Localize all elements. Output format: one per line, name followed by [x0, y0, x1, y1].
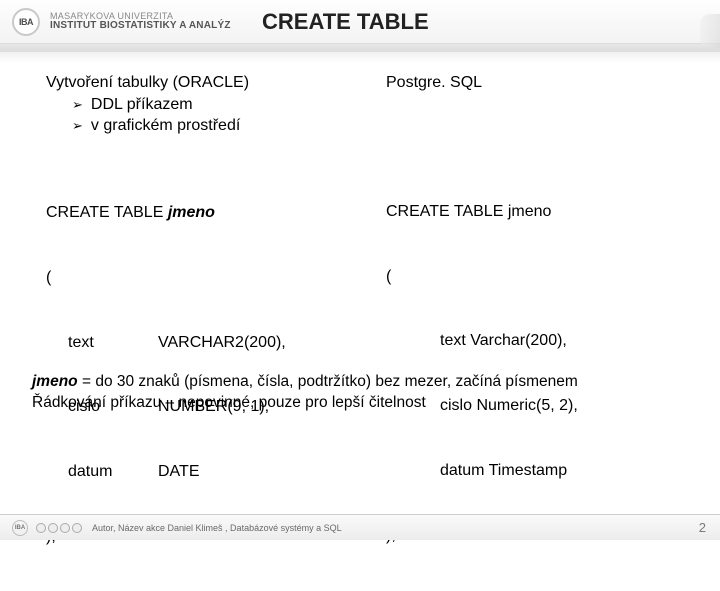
column-postgres: Postgre. SQL CREATE TABLE jmeno ( text V…: [386, 72, 690, 591]
footer-logo-text: IBA: [15, 525, 25, 531]
sql-col: text: [46, 332, 158, 354]
sql-open: (: [386, 266, 690, 288]
note-line-1: jmeno = do 30 znaků (písmena, čísla, pod…: [32, 372, 690, 393]
brand-institute: INSTITUT BIOSTATISTIKY A ANALÝZ: [50, 21, 231, 31]
dot-icon: [48, 523, 58, 533]
footer-text: Autor, Název akce Daniel Klimeš , Databá…: [92, 523, 699, 533]
header-bar: IBA MASARYKOVA UNIVERZITA INSTITUT BIOST…: [0, 0, 720, 44]
footer-icons: [36, 523, 82, 533]
page-number: 2: [699, 520, 706, 535]
sql-line: CREATE TABLE jmeno: [46, 202, 350, 224]
sql-row: text Varchar(200),: [386, 330, 690, 352]
sql-col: text Varchar(200),: [386, 330, 567, 352]
note-ident: jmeno: [32, 373, 78, 390]
note-text: = do 30 znaků (písmena, čísla, podtržítk…: [78, 373, 578, 390]
oracle-heading: Vytvoření tabulky (ORACLE): [46, 72, 350, 94]
oracle-bullets: DDL příkazem v grafickém prostředí: [46, 94, 350, 137]
footer-bar: IBA Autor, Název akce Daniel Klimeš , Da…: [0, 514, 720, 540]
dot-icon: [60, 523, 70, 533]
sql-ident: jmeno: [168, 204, 215, 221]
dot-icon: [72, 523, 82, 533]
brand-text: MASARYKOVA UNIVERZITA INSTITUT BIOSTATIS…: [50, 12, 231, 31]
decor-icon: [700, 14, 720, 48]
dot-icon: [36, 523, 46, 533]
title-wrap: CREATE TABLE: [262, 0, 429, 44]
notes-block: jmeno = do 30 znaků (písmena, čísla, pod…: [32, 372, 690, 414]
postgres-heading: Postgre. SQL: [386, 72, 690, 94]
column-oracle: Vytvoření tabulky (ORACLE) DDL příkazem …: [46, 72, 350, 591]
footer-logo: IBA: [12, 520, 28, 536]
oracle-intro: Vytvoření tabulky (ORACLE) DDL příkazem …: [46, 72, 350, 137]
brand-logo-text: IBA: [19, 17, 33, 27]
bullet-item: DDL příkazem: [72, 94, 350, 116]
note-line-2: Řádkování příkazu – nepovinné, pouze pro…: [32, 393, 690, 414]
sql-row: datum Timestamp: [386, 460, 690, 482]
content-area: Vytvoření tabulky (ORACLE) DDL příkazem …: [0, 44, 720, 591]
sql-keyword: CREATE TABLE: [46, 204, 168, 221]
sql-row: datumDATE: [46, 461, 350, 483]
sql-line: CREATE TABLE jmeno: [386, 201, 690, 223]
page-title: CREATE TABLE: [262, 9, 429, 35]
sql-col: datum: [46, 461, 158, 483]
bullet-item: v grafickém prostředí: [72, 115, 350, 137]
sql-type: DATE: [158, 461, 199, 483]
sql-open: (: [46, 267, 350, 289]
sql-col: datum Timestamp: [386, 460, 567, 482]
brand-logo: IBA: [12, 8, 40, 36]
sql-row: textVARCHAR2(200),: [46, 332, 350, 354]
sql-type: VARCHAR2(200),: [158, 332, 286, 354]
